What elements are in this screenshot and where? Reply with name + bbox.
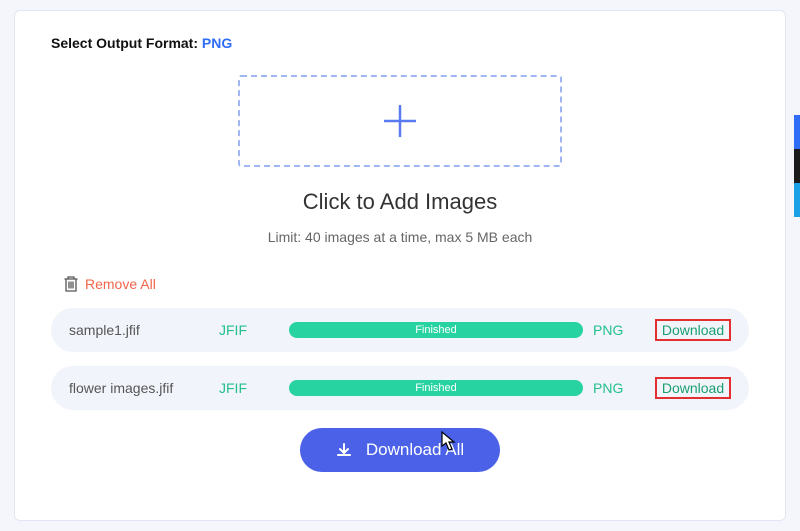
output-format-label: Select Output Format: PNG — [51, 35, 749, 51]
file-source-format: JFIF — [219, 380, 279, 396]
limit-text: Limit: 40 images at a time, max 5 MB eac… — [51, 229, 749, 245]
side-tab[interactable] — [794, 149, 800, 183]
file-row: flower images.jfif JFIF Finished PNG Dow… — [51, 366, 749, 410]
remove-all-label: Remove All — [85, 276, 156, 292]
file-source-format: JFIF — [219, 322, 279, 338]
file-download-link[interactable]: Download — [655, 377, 731, 399]
app-root: Select Output Format: PNG Click to Add I… — [0, 0, 800, 531]
file-progress: Finished — [289, 322, 583, 338]
output-format-label-text: Select Output Format: — [51, 35, 202, 51]
file-target-format: PNG — [593, 322, 641, 338]
download-all-button[interactable]: Download All — [300, 428, 500, 472]
output-format-value[interactable]: PNG — [202, 35, 232, 51]
file-download-link[interactable]: Download — [655, 319, 731, 341]
converter-panel: Select Output Format: PNG Click to Add I… — [14, 10, 786, 521]
side-tab[interactable] — [794, 183, 800, 217]
file-list: sample1.jfif JFIF Finished PNG Download … — [51, 308, 749, 410]
download-icon — [336, 442, 352, 458]
file-progress: Finished — [289, 380, 583, 396]
file-row: sample1.jfif JFIF Finished PNG Download — [51, 308, 749, 352]
file-name: sample1.jfif — [69, 322, 219, 338]
side-tab[interactable] — [794, 115, 800, 149]
plus-icon — [380, 101, 420, 141]
file-progress-bar: Finished — [289, 322, 583, 338]
trash-icon — [63, 275, 79, 293]
download-all-label: Download All — [366, 440, 464, 460]
add-images-text: Click to Add Images — [51, 189, 749, 215]
file-progress-bar: Finished — [289, 380, 583, 396]
add-images-dropzone[interactable] — [238, 75, 562, 167]
remove-all-button[interactable]: Remove All — [63, 275, 156, 293]
side-tabs — [794, 115, 800, 217]
file-target-format: PNG — [593, 380, 641, 396]
file-name: flower images.jfif — [69, 380, 219, 396]
